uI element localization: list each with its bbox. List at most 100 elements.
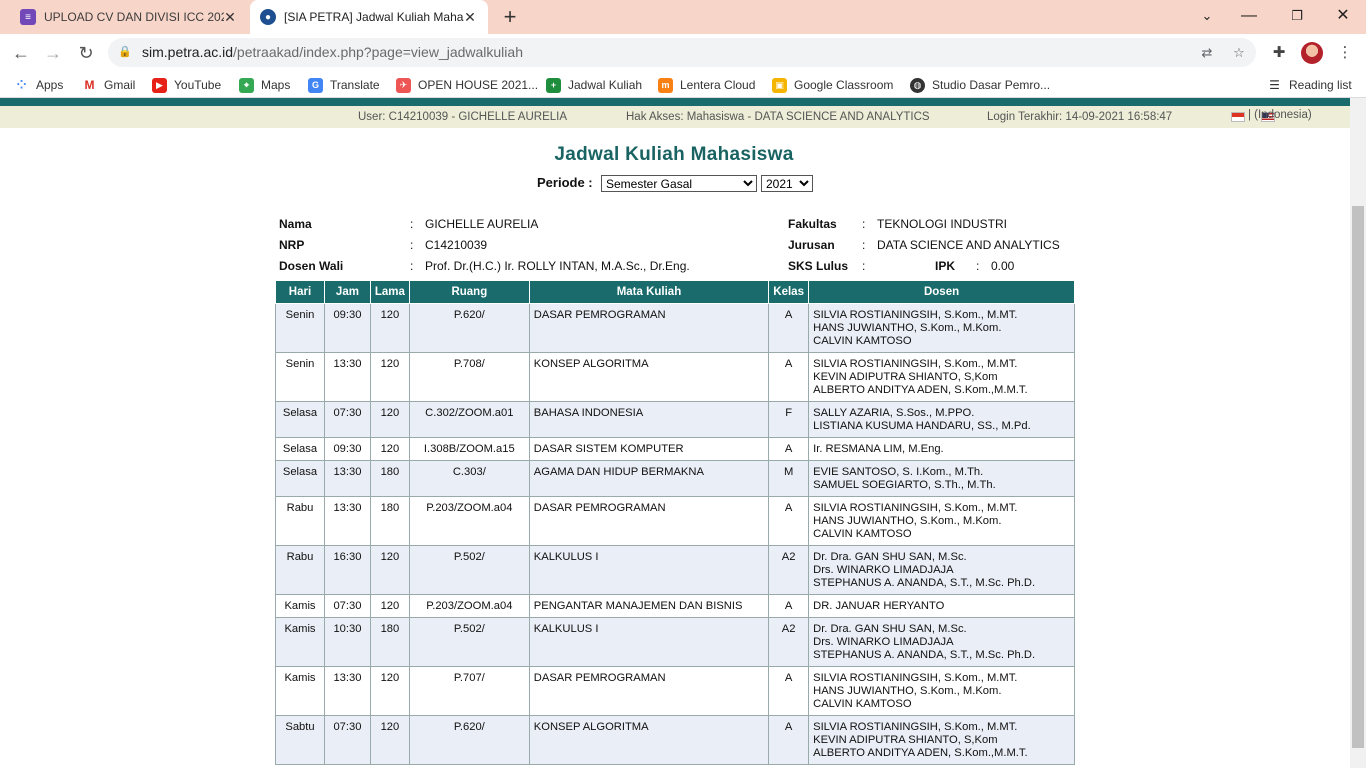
- bookmark-star-icon[interactable]: ☆: [1230, 44, 1248, 62]
- browser-tab-strip: ≡ UPLOAD CV DAN DIVISI ICC 2021 ✕ ● [SIA…: [0, 0, 1366, 34]
- schedule-table: Hari Jam Lama Ruang Mata Kuliah Kelas Dosen Se…: [275, 280, 1075, 765]
- dosen-name: CALVIN KAMTOSO: [813, 335, 912, 347]
- table-header-row: Hari Jam Lama Ruang Mata Kuliah Kelas Dosen: [275, 280, 1075, 304]
- dosen-name: SILVIA ROSTIANINGSIH, S.Kom., M.MT.: [813, 309, 1018, 321]
- cell-dosen: SILVIA ROSTIANINGSIH, S.Kom., M.MT. KEVIN…: [808, 715, 1075, 765]
- dosen-name: STEPHANUS A. ANANDA, S.T., M.Sc. Ph.D.: [813, 649, 1036, 661]
- dosen-name: SILVIA ROSTIANINGSIH, S.Kom., M.MT.: [813, 358, 1018, 370]
- cell-mk: KALKULUS I: [528, 545, 770, 595]
- column-header: Lama: [369, 280, 410, 304]
- reading-list[interactable]: ☰ Reading list: [1267, 76, 1352, 94]
- bookmark-translate[interactable]: G Translate: [308, 76, 380, 94]
- reading-list-label: Reading list: [1289, 78, 1352, 92]
- extensions-puzzle-icon[interactable]: ✚: [1267, 41, 1291, 65]
- cell-hari: Kamis: [275, 666, 325, 716]
- maps-icon: ⌖: [239, 77, 254, 93]
- cell-ruang: P.502/: [408, 545, 530, 595]
- cell-dosen: SILVIA ROSTIANINGSIH, S.Kom., M.MT. HANS …: [808, 303, 1075, 353]
- year-select[interactable]: 2021: [761, 175, 813, 192]
- restore-icon[interactable]: ❐: [1274, 0, 1320, 34]
- bookmark-label: Apps: [36, 78, 64, 92]
- cell-kelas: A: [768, 303, 810, 353]
- indonesia-flag-icon[interactable]: [1231, 112, 1245, 122]
- bookmark-label: OPEN HOUSE 2021...: [418, 78, 539, 92]
- cell-hari: Senin: [275, 352, 325, 402]
- bookmark-open-house[interactable]: ✈ OPEN HOUSE 2021...: [396, 76, 538, 94]
- column-header: Hari: [275, 280, 325, 304]
- globe-icon: ◍: [910, 77, 925, 93]
- cell-lama: 120: [369, 545, 410, 595]
- address-bar[interactable]: 🔒 sim.petra.ac.id/petraakad/index.php?pa…: [108, 38, 1256, 67]
- cell-dosen: Ir. RESMANA LIM, M.Eng.: [808, 437, 1075, 461]
- open-house-icon: ✈: [396, 77, 411, 93]
- menu-kebab-icon[interactable]: ⋮: [1333, 41, 1357, 65]
- profile-avatar[interactable]: [1301, 42, 1323, 64]
- cell-lama: 120: [369, 594, 410, 618]
- last-login-text: Login Terakhir: 14-09-2021 16:58:47: [987, 111, 1173, 123]
- cell-ruang: P.708/: [408, 352, 530, 402]
- fakultas-value: TEKNOLOGI INDUSTRI: [877, 217, 1008, 231]
- jurusan-label: Jurusan: [788, 238, 835, 252]
- cell-hari: Kamis: [275, 617, 325, 667]
- page-title: Jadwal Kuliah Mahasiswa: [554, 144, 794, 165]
- url-host: sim.petra.ac.id: [142, 44, 234, 60]
- bookmark-jadwal-kuliah[interactable]: + Jadwal Kuliah: [546, 76, 642, 94]
- gmail-icon: M: [82, 77, 97, 93]
- bookmark-label: Lentera Cloud: [680, 78, 756, 92]
- bookmark-studio-dasar[interactable]: ◍ Studio Dasar Pemro...: [910, 76, 1050, 94]
- bookmark-gmail[interactable]: M Gmail: [82, 76, 135, 94]
- dosen-name: SAMUEL SOEGIARTO, S.Th., M.Th.: [813, 479, 996, 491]
- dosen-name: LISTIANA KUSUMA HANDARU, SS., M.Pd.: [813, 420, 1031, 432]
- bookmark-label: Translate: [330, 78, 380, 92]
- lock-icon: 🔒: [118, 46, 132, 58]
- column-header: Mata Kuliah: [528, 280, 770, 304]
- cell-lama: 180: [369, 617, 410, 667]
- forward-arrow-icon[interactable]: →: [40, 40, 66, 66]
- bookmark-apps[interactable]: ⁘ Apps: [14, 76, 63, 94]
- bookmark-maps[interactable]: ⌖ Maps: [239, 76, 290, 94]
- new-tab-plus-icon[interactable]: +: [498, 5, 522, 29]
- cell-hari: Selasa: [275, 460, 325, 497]
- bookmark-lentera[interactable]: m Lentera Cloud: [658, 76, 755, 94]
- reading-list-icon: ☰: [1269, 77, 1280, 92]
- minimize-icon[interactable]: —: [1226, 0, 1272, 34]
- colon: :: [862, 259, 866, 273]
- bookmark-classroom[interactable]: ▣ Google Classroom: [772, 76, 893, 94]
- cell-ruang: C.302/ZOOM.a01: [408, 401, 530, 438]
- dosen-name: KEVIN ADIPUTRA SHIANTO, S,Kom: [813, 371, 998, 383]
- page-scrollbar[interactable]: [1350, 98, 1366, 768]
- reload-icon[interactable]: ↻: [73, 40, 99, 66]
- user-info-bar: User: C14210039 - GICHELLE AURELIA Hak A…: [0, 106, 1350, 128]
- table-row: Selasa 09:30 120 I.308B/ZOOM.a15 DASAR SISTE…: [275, 437, 1075, 461]
- dosen-name: KEVIN ADIPUTRA SHIANTO, S,Kom: [813, 734, 998, 746]
- nrp-label: NRP: [279, 238, 305, 252]
- cell-dosen: EVIE SANTOSO, S. I.Kom., M.Th. SAMUEL SOE…: [808, 460, 1075, 497]
- bookmark-youtube[interactable]: ▶ YouTube: [152, 76, 221, 94]
- page-viewport: User: C14210039 - GICHELLE AURELIA Hak A…: [0, 98, 1350, 768]
- cell-mk: PENGANTAR MANAJEMEN DAN BISNIS: [528, 594, 770, 618]
- cell-mk: KONSEP ALGORITMA: [528, 352, 770, 402]
- back-arrow-icon[interactable]: ←: [8, 40, 34, 66]
- cell-lama: 180: [369, 460, 410, 497]
- cell-ruang: C.303/: [408, 460, 530, 497]
- cell-lama: 120: [369, 303, 410, 353]
- cell-jam: 09:30: [323, 303, 371, 353]
- url-path: /petraakad/index.php?page=view_jadwalkul…: [233, 44, 523, 60]
- tab-upload-cv[interactable]: ≡ UPLOAD CV DAN DIVISI ICC 2021 ✕: [8, 0, 248, 34]
- window-close-icon[interactable]: ✕: [1320, 0, 1366, 34]
- tab-jadwal-kuliah[interactable]: ● [SIA PETRA] Jadwal Kuliah Mahasiswa ✕: [250, 0, 488, 34]
- cell-lama: 120: [369, 715, 410, 765]
- cell-lama: 120: [369, 437, 410, 461]
- cell-jam: 13:30: [323, 666, 371, 716]
- cell-lama: 120: [369, 666, 410, 716]
- table-row: Senin 13:30 120 P.708/KONSEP ALGORITMA A SILV…: [275, 352, 1075, 402]
- semester-select[interactable]: Semester Gasal: [601, 175, 757, 192]
- close-icon[interactable]: ✕: [462, 9, 478, 25]
- table-row: Selasa 13:30 180 C.303/AGAMA DAN HIDUP BERM…: [275, 460, 1075, 497]
- translate-icon[interactable]: ⇄: [1198, 44, 1216, 62]
- tab-search-icon[interactable]: ⌄: [1184, 0, 1230, 34]
- cell-jam: 13:30: [323, 460, 371, 497]
- scrollbar-thumb[interactable]: [1352, 206, 1364, 748]
- close-icon[interactable]: ✕: [222, 9, 238, 25]
- nama-label: Nama: [279, 217, 312, 231]
